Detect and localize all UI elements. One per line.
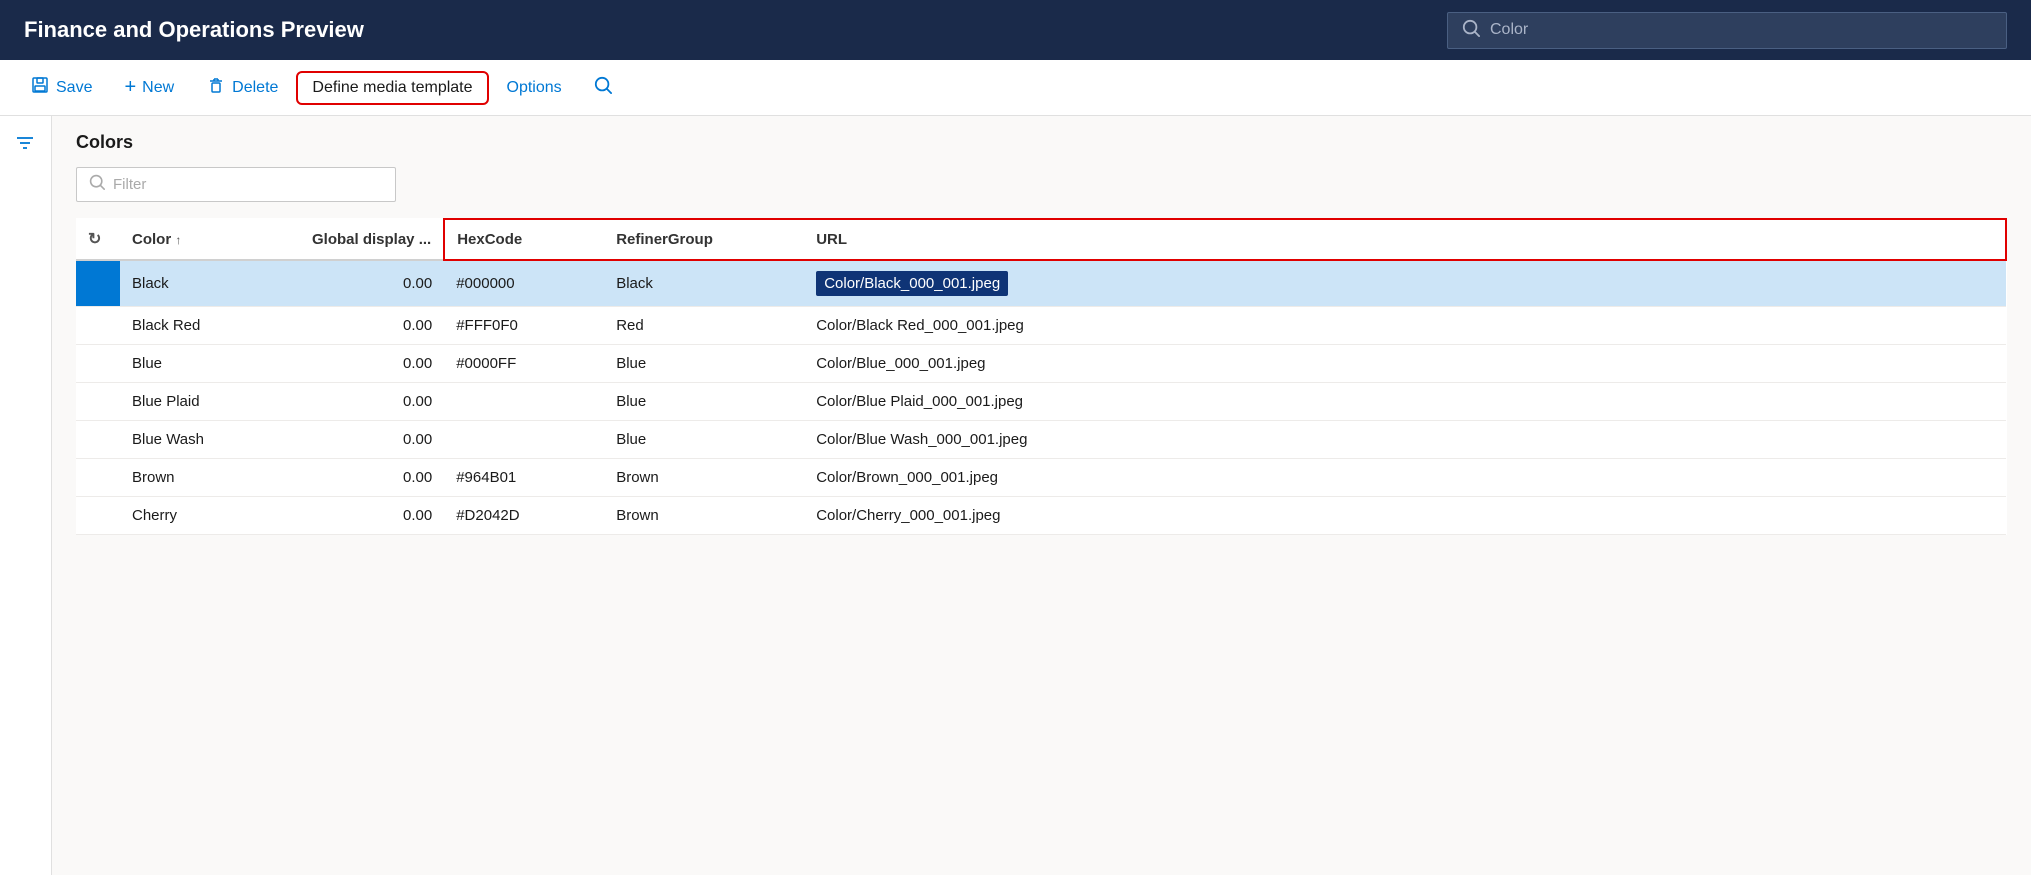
sidebar-filter bbox=[0, 116, 52, 875]
new-icon: + bbox=[124, 76, 136, 99]
row-selected-indicator bbox=[76, 459, 120, 497]
row-refinergroup: Black bbox=[604, 260, 804, 307]
table-row[interactable]: Black Red0.00#FFF0F0RedColor/Black Red_0… bbox=[76, 307, 2006, 345]
row-color: Black bbox=[120, 260, 300, 307]
new-button[interactable]: + New bbox=[110, 70, 188, 105]
row-selected-indicator bbox=[76, 421, 120, 459]
col-header-hexcode: HexCode bbox=[444, 219, 604, 260]
row-url: Color/Black Red_000_001.jpeg bbox=[804, 307, 2006, 345]
filter-icon[interactable] bbox=[14, 137, 36, 159]
sort-asc-icon: ↑ bbox=[175, 233, 181, 247]
main-content: Colors ↻ Color ↑ bbox=[52, 116, 2031, 875]
col-hexcode-label: HexCode bbox=[457, 231, 522, 248]
row-color: Blue Plaid bbox=[120, 383, 300, 421]
row-refinergroup: Brown bbox=[604, 459, 804, 497]
col-header-color[interactable]: Color ↑ bbox=[120, 219, 300, 260]
row-refinergroup: Blue bbox=[604, 421, 804, 459]
filter-search-icon bbox=[89, 174, 105, 195]
row-global: 0.00 bbox=[300, 307, 444, 345]
row-color: Blue bbox=[120, 345, 300, 383]
row-url: Color/Blue Plaid_000_001.jpeg bbox=[804, 383, 2006, 421]
row-selected-indicator bbox=[76, 383, 120, 421]
row-selected-indicator bbox=[76, 345, 120, 383]
filter-input-wrap[interactable] bbox=[76, 167, 396, 202]
row-global: 0.00 bbox=[300, 345, 444, 383]
row-hexcode bbox=[444, 421, 604, 459]
table-row[interactable]: Blue Wash0.00 BlueColor/Blue Wash_000_001… bbox=[76, 421, 2006, 459]
table-body: Black0.00#000000BlackColor/Black_000_001… bbox=[76, 260, 2006, 535]
row-url: Color/Blue_000_001.jpeg bbox=[804, 345, 2006, 383]
toolbar-search-button[interactable] bbox=[580, 70, 626, 105]
row-global: 0.00 bbox=[300, 497, 444, 535]
row-url: Color/Black_000_001.jpeg bbox=[804, 260, 2006, 307]
delete-label: Delete bbox=[232, 79, 278, 97]
search-icon bbox=[1462, 19, 1480, 42]
table-row[interactable]: Cherry0.00#D2042DBrownColor/Cherry_000_0… bbox=[76, 497, 2006, 535]
col-url-label: URL bbox=[816, 231, 847, 248]
toolbar: Save + New Delete Define media template … bbox=[0, 60, 2031, 116]
col-header-global: Global display ... bbox=[300, 219, 444, 260]
row-url: Color/Cherry_000_001.jpeg bbox=[804, 497, 2006, 535]
section-title: Colors bbox=[76, 132, 2007, 153]
define-media-template-button[interactable]: Define media template bbox=[296, 71, 488, 105]
table-row[interactable]: Blue0.00#0000FFBlueColor/Blue_000_001.jp… bbox=[76, 345, 2006, 383]
row-global: 0.00 bbox=[300, 383, 444, 421]
col-color-label: Color bbox=[132, 231, 171, 248]
row-url: Color/Blue Wash_000_001.jpeg bbox=[804, 421, 2006, 459]
top-nav-bar: Finance and Operations Preview bbox=[0, 0, 2031, 60]
table-row[interactable]: Blue Plaid0.00 BlueColor/Blue Plaid_000_0… bbox=[76, 383, 2006, 421]
content-area: Colors ↻ Color ↑ bbox=[0, 116, 2031, 875]
row-global: 0.00 bbox=[300, 459, 444, 497]
save-icon bbox=[30, 75, 50, 100]
row-hexcode: #0000FF bbox=[444, 345, 604, 383]
col-refinergroup-label: RefinerGroup bbox=[616, 231, 713, 248]
row-hexcode: #964B01 bbox=[444, 459, 604, 497]
row-selected-indicator bbox=[76, 260, 120, 307]
row-color: Black Red bbox=[120, 307, 300, 345]
row-refinergroup: Red bbox=[604, 307, 804, 345]
row-hexcode: #FFF0F0 bbox=[444, 307, 604, 345]
row-hexcode: #D2042D bbox=[444, 497, 604, 535]
table-row[interactable]: Black0.00#000000BlackColor/Black_000_001… bbox=[76, 260, 2006, 307]
url-selected-value: Color/Black_000_001.jpeg bbox=[816, 271, 1008, 296]
col-header-refresh: ↻ bbox=[76, 219, 120, 260]
table-row[interactable]: Brown0.00#964B01BrownColor/Brown_000_001… bbox=[76, 459, 2006, 497]
row-hexcode bbox=[444, 383, 604, 421]
row-refinergroup: Blue bbox=[604, 383, 804, 421]
global-search-box[interactable] bbox=[1447, 12, 2007, 49]
row-color: Blue Wash bbox=[120, 421, 300, 459]
row-global: 0.00 bbox=[300, 421, 444, 459]
save-label: Save bbox=[56, 79, 92, 97]
row-refinergroup: Brown bbox=[604, 497, 804, 535]
delete-icon bbox=[206, 75, 226, 100]
search-input[interactable] bbox=[1490, 21, 1992, 39]
col-header-url: URL bbox=[804, 219, 2006, 260]
row-url: Color/Brown_000_001.jpeg bbox=[804, 459, 2006, 497]
delete-button[interactable]: Delete bbox=[192, 69, 292, 106]
filter-input[interactable] bbox=[113, 176, 383, 193]
table-header-row: ↻ Color ↑ Global display ... HexCode Ref… bbox=[76, 219, 2006, 260]
row-color: Brown bbox=[120, 459, 300, 497]
col-header-refinergroup: RefinerGroup bbox=[604, 219, 804, 260]
row-color: Cherry bbox=[120, 497, 300, 535]
row-selected-indicator bbox=[76, 497, 120, 535]
toolbar-search-icon bbox=[594, 76, 612, 99]
refresh-icon[interactable]: ↻ bbox=[88, 231, 101, 248]
options-label: Options bbox=[507, 79, 562, 97]
row-hexcode: #000000 bbox=[444, 260, 604, 307]
new-label: New bbox=[142, 79, 174, 97]
save-button[interactable]: Save bbox=[16, 69, 106, 106]
options-button[interactable]: Options bbox=[493, 73, 576, 103]
define-media-label: Define media template bbox=[312, 79, 472, 97]
row-refinergroup: Blue bbox=[604, 345, 804, 383]
row-selected-indicator bbox=[76, 307, 120, 345]
app-title: Finance and Operations Preview bbox=[24, 17, 1423, 43]
colors-table: ↻ Color ↑ Global display ... HexCode Ref… bbox=[76, 218, 2007, 535]
col-global-label: Global display ... bbox=[312, 231, 431, 248]
row-global: 0.00 bbox=[300, 260, 444, 307]
